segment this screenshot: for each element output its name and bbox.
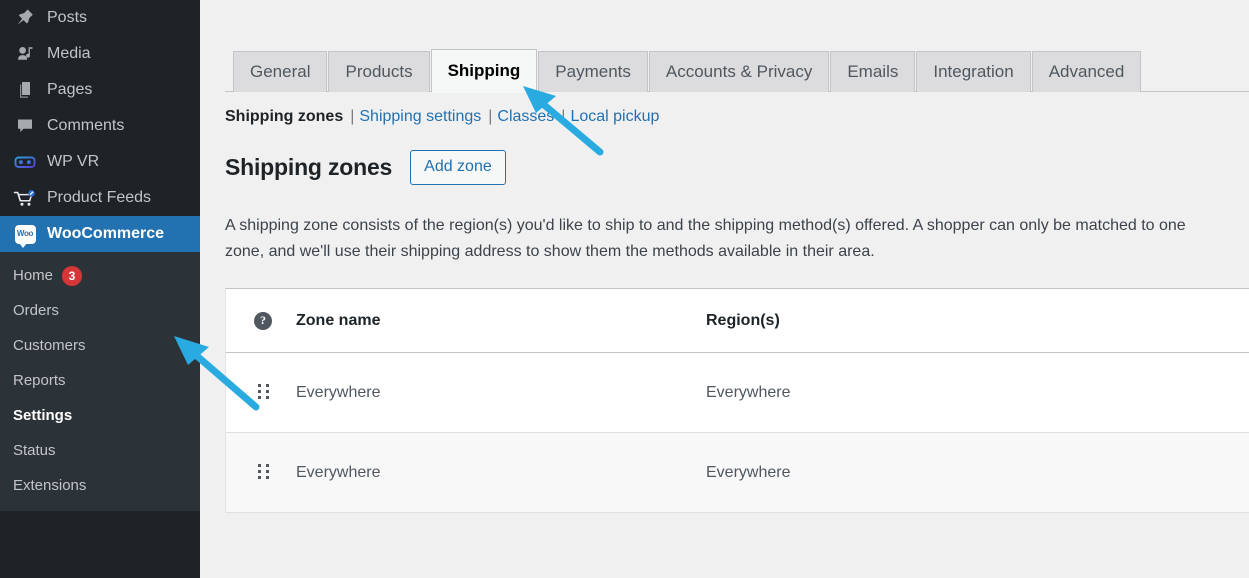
sidebar-item-label: Pages xyxy=(47,82,92,98)
table-row[interactable]: Everywhere Everywhere xyxy=(226,353,1249,433)
column-header-zone-name: Zone name xyxy=(296,312,706,330)
subnav-separator: | xyxy=(350,108,354,126)
sidebar-item-wp-vr[interactable]: WP VR xyxy=(0,144,200,180)
table-row[interactable]: Everywhere Everywhere xyxy=(226,433,1249,513)
admin-sidebar: Posts Media Pages Comments xyxy=(0,0,200,578)
home-notification-badge: 3 xyxy=(62,266,82,286)
sidebar-item-comments[interactable]: Comments xyxy=(0,108,200,144)
tab-shipping[interactable]: Shipping xyxy=(431,49,538,92)
submenu-item-customers[interactable]: Customers xyxy=(0,328,200,363)
column-header-regions: Region(s) xyxy=(706,312,1249,330)
help-icon[interactable]: ? xyxy=(254,312,272,330)
settings-main-content: General Products Shipping Payments Accou… xyxy=(200,0,1249,578)
table-header-row: ? Zone name Region(s) xyxy=(226,289,1249,353)
pin-icon xyxy=(10,5,40,31)
shipping-subnav: Shipping zones | Shipping settings | Cla… xyxy=(225,108,1249,126)
submenu-item-label: Home xyxy=(13,267,53,284)
cell-regions: Everywhere xyxy=(706,464,1249,482)
sidebar-item-label: Media xyxy=(47,46,91,62)
tab-advanced[interactable]: Advanced xyxy=(1032,51,1142,92)
sidebar-item-label: WP VR xyxy=(47,154,99,170)
page-heading-row: Shipping zones Add zone xyxy=(225,150,1249,185)
sidebar-item-label: Product Feeds xyxy=(47,190,151,206)
comment-icon xyxy=(10,113,40,139)
table-header-help-cell: ? xyxy=(226,312,296,330)
sidebar-item-label: Comments xyxy=(47,118,124,134)
woocommerce-icon: Woo xyxy=(10,221,40,247)
sidebar-item-media[interactable]: Media xyxy=(0,36,200,72)
cell-zone-name[interactable]: Everywhere xyxy=(296,384,706,402)
drag-handle-icon[interactable] xyxy=(258,384,269,402)
settings-tab-bar: General Products Shipping Payments Accou… xyxy=(225,44,1249,92)
drag-handle-icon[interactable] xyxy=(258,464,269,482)
cell-regions: Everywhere xyxy=(706,384,1249,402)
woocommerce-submenu: Home 3 Orders Customers Reports Settings… xyxy=(0,252,200,511)
subnav-link-local-pickup[interactable]: Local pickup xyxy=(570,108,659,126)
cell-zone-name[interactable]: Everywhere xyxy=(296,464,706,482)
submenu-item-orders[interactable]: Orders xyxy=(0,293,200,328)
vr-goggles-icon xyxy=(10,149,40,175)
subnav-separator: | xyxy=(561,108,565,126)
media-icon xyxy=(10,41,40,67)
tab-payments[interactable]: Payments xyxy=(538,51,648,92)
admin-page: Posts Media Pages Comments xyxy=(0,0,1249,578)
tab-general[interactable]: General xyxy=(233,51,327,92)
page-title: Shipping zones xyxy=(225,154,392,181)
row-drag-cell xyxy=(226,464,296,482)
sidebar-item-label: Posts xyxy=(47,10,87,26)
tab-emails[interactable]: Emails xyxy=(830,51,915,92)
submenu-item-label: Customers xyxy=(13,337,86,354)
subnav-link-shipping-settings[interactable]: Shipping settings xyxy=(359,108,481,126)
shipping-zones-description: A shipping zone consists of the region(s… xyxy=(225,213,1215,265)
sidebar-item-label: WooCommerce xyxy=(47,226,164,242)
tab-products[interactable]: Products xyxy=(328,51,429,92)
shipping-zones-table: ? Zone name Region(s) Everywhere Everywh… xyxy=(225,288,1249,513)
subnav-link-classes[interactable]: Classes xyxy=(497,108,554,126)
submenu-item-label: Status xyxy=(13,442,56,459)
submenu-item-extensions[interactable]: Extensions xyxy=(0,468,200,503)
subnav-current-shipping-zones: Shipping zones xyxy=(225,108,343,126)
submenu-item-label: Reports xyxy=(13,372,66,389)
add-zone-button[interactable]: Add zone xyxy=(410,150,506,185)
sidebar-item-product-feeds[interactable]: Product Feeds xyxy=(0,180,200,216)
submenu-item-label: Orders xyxy=(13,302,59,319)
tab-accounts-privacy[interactable]: Accounts & Privacy xyxy=(649,51,829,92)
sidebar-item-pages[interactable]: Pages xyxy=(0,72,200,108)
pages-icon xyxy=(10,77,40,103)
submenu-item-home[interactable]: Home 3 xyxy=(0,258,200,293)
subnav-separator: | xyxy=(488,108,492,126)
submenu-item-label: Settings xyxy=(13,407,72,424)
shopping-cart-icon xyxy=(10,185,40,211)
tab-integration[interactable]: Integration xyxy=(916,51,1030,92)
submenu-item-label: Extensions xyxy=(13,477,86,494)
sidebar-item-woocommerce[interactable]: Woo WooCommerce xyxy=(0,216,200,252)
row-drag-cell xyxy=(226,384,296,402)
submenu-item-status[interactable]: Status xyxy=(0,433,200,468)
submenu-item-reports[interactable]: Reports xyxy=(0,363,200,398)
submenu-item-settings[interactable]: Settings xyxy=(0,398,200,433)
sidebar-item-posts[interactable]: Posts xyxy=(0,0,200,36)
